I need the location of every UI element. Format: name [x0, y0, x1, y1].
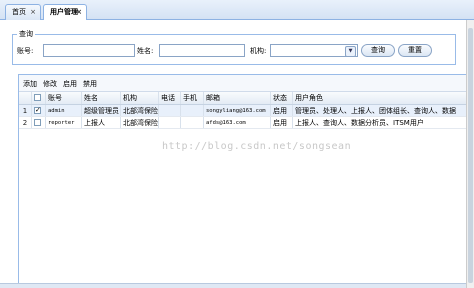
account-label: 账号: [17, 47, 34, 55]
tab-home[interactable]: 首页 × [5, 4, 41, 20]
header-mobile[interactable]: 手机 [181, 92, 204, 104]
close-icon[interactable]: × [76, 5, 82, 19]
header-roles[interactable]: 用户角色 [293, 92, 467, 104]
reset-button[interactable]: 重置 [398, 44, 432, 57]
close-icon[interactable]: × [30, 5, 36, 19]
cell-email: songyliang@163.com [204, 105, 271, 116]
cell-status: 启用 [271, 117, 293, 128]
tab-user-management-label: 用户管理 [50, 8, 78, 16]
org-label: 机构: [250, 47, 267, 55]
cell-phone [159, 105, 181, 116]
cell-roles: 上报人、查询人、数据分析员、ITSM用户 [295, 119, 424, 127]
header-name[interactable]: 姓名 [82, 92, 121, 104]
query-button[interactable]: 查询 [361, 44, 395, 57]
tab-bar: 首页 × 用户管理 × [0, 0, 474, 21]
query-fieldset: 查询 账号: 姓名: 机构: ▼ 查询 重置 [12, 30, 456, 65]
table-row[interactable]: 2 reporter 上报人 北部湾保险 afds@163.com 启用 上报人… [19, 117, 466, 129]
cell-org: 北部湾保险 [123, 117, 159, 128]
disable-button[interactable]: 禁用 [83, 80, 97, 89]
row-number: 2 [19, 117, 32, 128]
row-checkbox[interactable] [34, 119, 41, 126]
query-legend: 查询 [17, 30, 35, 39]
header-phone[interactable]: 电话 [159, 92, 181, 104]
header-org[interactable]: 机构 [121, 92, 159, 104]
name-label: 姓名: [137, 47, 154, 55]
cell-account: admin [46, 105, 82, 116]
grid-header: 账号 姓名 机构 电话 手机 邮箱 状态 用户角色 [19, 92, 466, 105]
account-input[interactable] [43, 44, 135, 57]
cell-mobile [181, 117, 204, 128]
bottom-bar [0, 283, 466, 288]
header-status[interactable]: 状态 [271, 92, 293, 104]
chevron-down-icon[interactable]: ▼ [345, 46, 356, 57]
cell-roles: 管理员、处理人、上报人、团体组长、查询人、数据 [295, 107, 456, 115]
scrollbar-thumb[interactable] [468, 28, 473, 283]
row-select-cell[interactable]: ✓ [32, 105, 46, 116]
cell-name: 超级管理员 [84, 105, 121, 116]
cell-email: afds@163.com [204, 117, 271, 128]
cell-status: 启用 [271, 105, 293, 116]
row-select-cell[interactable] [32, 117, 46, 128]
cell-mobile [181, 105, 204, 116]
name-input[interactable] [159, 44, 245, 57]
grid-toolbar: 添加 修改 启用 禁用 [19, 75, 466, 92]
tab-home-label: 首页 [12, 8, 26, 16]
cell-org: 北部湾保险 [123, 105, 159, 116]
edit-button[interactable]: 修改 [43, 80, 57, 89]
header-email[interactable]: 邮箱 [204, 92, 271, 104]
header-account[interactable]: 账号 [46, 92, 82, 104]
org-select[interactable]: ▼ [270, 44, 358, 57]
cell-name: 上报人 [82, 117, 121, 128]
header-rownum [19, 92, 32, 104]
vertical-scrollbar[interactable] [466, 20, 474, 288]
row-checkbox[interactable]: ✓ [34, 107, 41, 114]
enable-button[interactable]: 启用 [63, 80, 77, 89]
cell-phone [159, 117, 181, 128]
tab-user-management[interactable]: 用户管理 × [43, 4, 87, 21]
add-button[interactable]: 添加 [23, 80, 37, 89]
cell-account: reporter [46, 117, 82, 128]
header-select-all[interactable] [32, 92, 46, 104]
row-number: 1 [19, 105, 32, 116]
watermark-text: http://blog.csdn.net/songsean [162, 141, 352, 152]
user-grid: 添加 修改 启用 禁用 账号 姓名 机构 电话 手机 邮箱 状态 用户角色 1 … [18, 74, 466, 288]
table-row[interactable]: 1 ✓ admin 超级管理员 北部湾保险 songyliang@163.com… [19, 105, 466, 117]
select-all-checkbox[interactable] [34, 94, 41, 101]
